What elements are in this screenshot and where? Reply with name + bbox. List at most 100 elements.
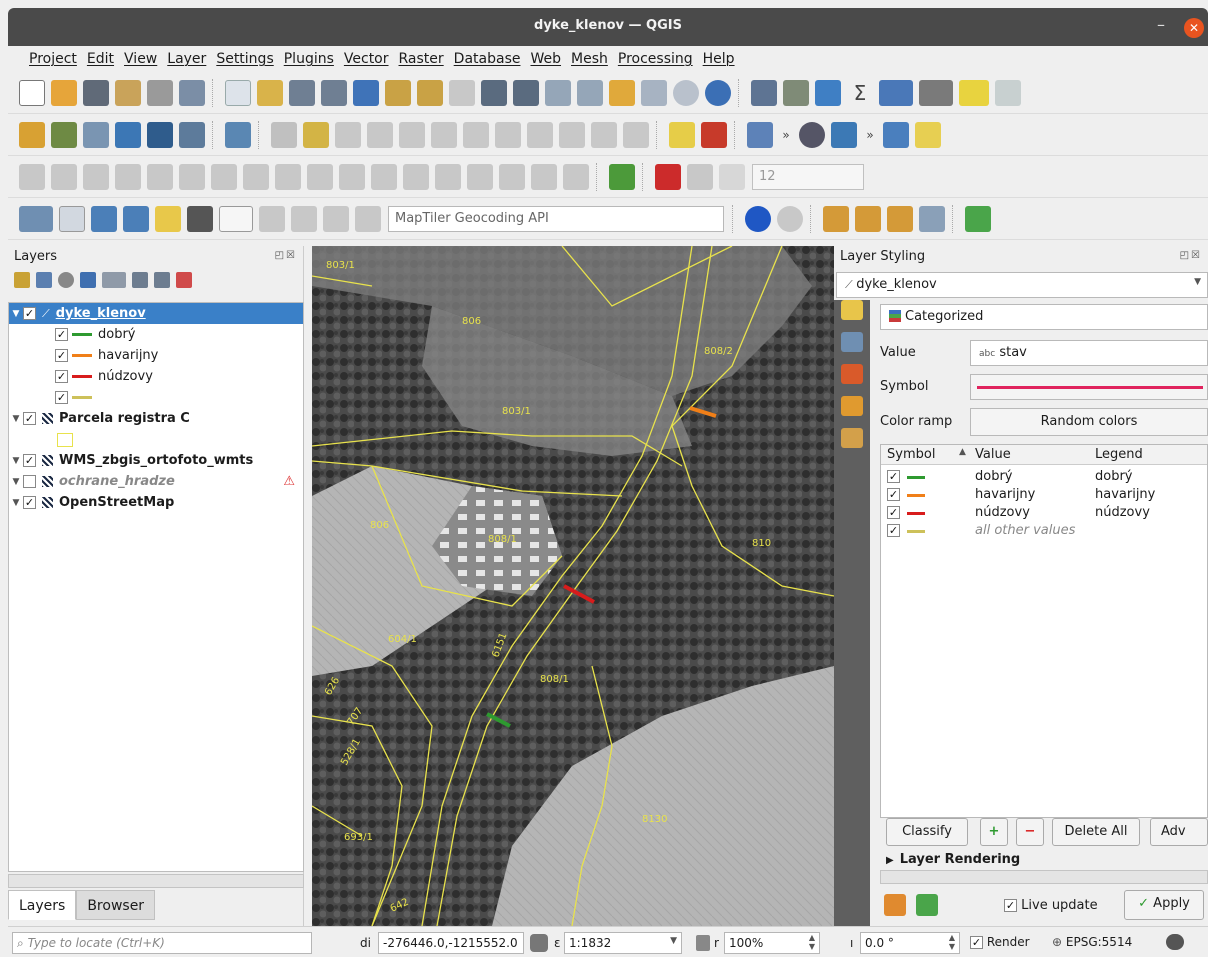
collapse-arrow-icon[interactable]: ▼	[9, 498, 23, 508]
live-update-checkbox[interactable]: ✓	[1004, 899, 1017, 912]
layer-checkbox[interactable]: ✓	[23, 412, 36, 425]
undo-style-icon[interactable]	[884, 894, 906, 916]
header-value[interactable]: Value	[975, 447, 1011, 462]
digitize-pen-icon[interactable]	[115, 121, 141, 148]
layer-checkbox[interactable]	[23, 475, 36, 488]
layout-manager-icon[interactable]	[147, 79, 173, 106]
merge-attributes-icon[interactable]	[499, 163, 525, 190]
save-edits-icon[interactable]	[335, 121, 361, 148]
menu-help[interactable]: Help	[698, 51, 740, 67]
zoom-in-icon[interactable]	[289, 79, 315, 106]
current-edits-icon[interactable]	[271, 121, 297, 148]
select-cursor-icon[interactable]	[59, 205, 85, 232]
tab-layers[interactable]: Layers	[8, 890, 77, 920]
category-checkbox[interactable]: ✓	[887, 488, 900, 501]
menu-mesh[interactable]: Mesh	[566, 51, 613, 67]
data-source-manager-icon[interactable]	[19, 121, 45, 148]
menu-project[interactable]: Project	[24, 51, 82, 67]
styling-horizontal-scrollbar[interactable]	[880, 870, 1208, 884]
coordinate-field[interactable]: -276446.0,-1215552.0	[378, 932, 524, 954]
color-ramp-button[interactable]: Random colors	[970, 408, 1208, 436]
delete-ring-icon[interactable]	[275, 163, 301, 190]
legend-item-havarijny[interactable]: ✓ havarijny	[55, 345, 158, 366]
advanced-button[interactable]: Adv	[1150, 818, 1208, 846]
layer-wms-ortofoto[interactable]: ▼ ✓ WMS_zbgis_ortofoto_wmts	[9, 450, 254, 471]
merge-features-icon[interactable]	[467, 163, 493, 190]
menu-raster[interactable]: Raster	[394, 51, 449, 67]
new-project-icon[interactable]	[19, 79, 45, 106]
coordinate-toggle-icon[interactable]	[530, 934, 548, 952]
layer-parcela[interactable]: ▼ ✓ Parcela registra C	[9, 408, 190, 429]
legend-checkbox[interactable]: ✓	[55, 391, 68, 404]
add-group-icon[interactable]	[36, 272, 52, 288]
label-pin-icon[interactable]	[747, 121, 773, 148]
value-field-select[interactable]: abc stav	[970, 340, 1208, 366]
snapping-mode-icon[interactable]	[687, 163, 713, 190]
magnifier-field[interactable]: 100% ▲ ▼	[724, 932, 820, 954]
symbol-button[interactable]	[970, 374, 1208, 400]
split-parts-icon[interactable]	[435, 163, 461, 190]
history-icon[interactable]	[841, 428, 863, 448]
overflow-icon[interactable]: »	[863, 122, 877, 148]
temporal-controller-icon[interactable]	[673, 79, 699, 106]
menu-vector[interactable]: Vector	[339, 51, 394, 67]
menu-web[interactable]: Web	[525, 51, 566, 67]
refresh-icon[interactable]	[705, 79, 731, 106]
layer-checkbox[interactable]: ✓	[23, 496, 36, 509]
category-row-havarijny[interactable]: ✓ havarijny havarijny	[881, 486, 1208, 504]
new-3d-view-icon[interactable]	[577, 79, 603, 106]
plugin-globe-icon[interactable]	[799, 121, 825, 148]
minimize-button[interactable]: –	[1150, 14, 1172, 36]
rotate-feature-icon[interactable]	[115, 163, 141, 190]
layer-checkbox[interactable]: ✓	[23, 454, 36, 467]
annotation-edit-icon[interactable]	[259, 205, 285, 232]
zoom-full-icon[interactable]	[353, 79, 379, 106]
locator-search[interactable]: ⌕ Type to locate (Ctrl+K)	[12, 932, 312, 954]
render-toggle[interactable]: ✓ Render	[970, 935, 1030, 949]
processing-search-icon[interactable]	[965, 205, 991, 232]
zoom-next-icon[interactable]	[513, 79, 539, 106]
help-icon[interactable]	[883, 121, 909, 148]
simplify-icon[interactable]	[147, 163, 173, 190]
snapping-magnet-icon[interactable]	[655, 163, 681, 190]
zoom-native-icon[interactable]	[449, 79, 475, 106]
map-tips-icon[interactable]	[959, 79, 989, 106]
delete-selected-icon[interactable]	[463, 121, 489, 148]
dock-float-close-icon[interactable]: ◰☒	[1180, 250, 1202, 261]
category-checkbox[interactable]: ✓	[887, 506, 900, 519]
overflow-icon[interactable]: »	[779, 122, 793, 148]
new-layer-icon[interactable]	[51, 121, 77, 148]
plugin-reload-icon[interactable]	[919, 205, 945, 232]
filter-expression-icon[interactable]	[102, 272, 126, 288]
menu-plugins[interactable]: Plugins	[279, 51, 339, 67]
messages-icon[interactable]	[1166, 934, 1184, 950]
paste-features-icon[interactable]	[559, 121, 585, 148]
plugin-gear-icon[interactable]	[823, 205, 849, 232]
header-legend[interactable]: Legend	[1095, 447, 1143, 462]
layer-stack-icon[interactable]	[609, 163, 635, 190]
text-annotation-icon[interactable]	[187, 205, 213, 232]
statistics-sum-icon[interactable]: Σ	[847, 79, 873, 106]
open-project-icon[interactable]	[51, 79, 77, 106]
collapse-arrow-icon[interactable]: ▼	[9, 414, 23, 424]
layer-openstreetmap[interactable]: ▼ ✓ OpenStreetMap	[9, 492, 175, 513]
fill-ring-icon[interactable]	[243, 163, 269, 190]
undo-icon[interactable]	[591, 121, 617, 148]
save-project-icon[interactable]	[83, 79, 109, 106]
category-row-dobry[interactable]: ✓ dobrý dobrý	[881, 468, 1208, 486]
delete-all-button[interactable]: Delete All	[1052, 818, 1140, 846]
map-svg[interactable]: 803/1 806 803/1 808/2 806 808/1 810 6151…	[312, 246, 834, 926]
rotate-point-icon[interactable]	[531, 163, 557, 190]
geocoding-search-input[interactable]: MapTiler Geocoding API	[388, 205, 724, 232]
layer-checkbox[interactable]: ✓	[23, 307, 36, 320]
add-part-icon[interactable]	[211, 163, 237, 190]
pan-map-icon[interactable]	[225, 79, 251, 106]
menu-database[interactable]: Database	[449, 51, 526, 67]
close-button[interactable]: ✕	[1184, 18, 1204, 38]
renderer-select[interactable]: Categorized	[880, 304, 1208, 330]
diagrams-icon[interactable]	[841, 396, 863, 416]
text-tool-icon[interactable]	[219, 205, 253, 232]
add-polygon-icon[interactable]	[91, 205, 117, 232]
annotation-map-icon[interactable]	[291, 205, 317, 232]
vertex-add-icon[interactable]	[83, 163, 109, 190]
